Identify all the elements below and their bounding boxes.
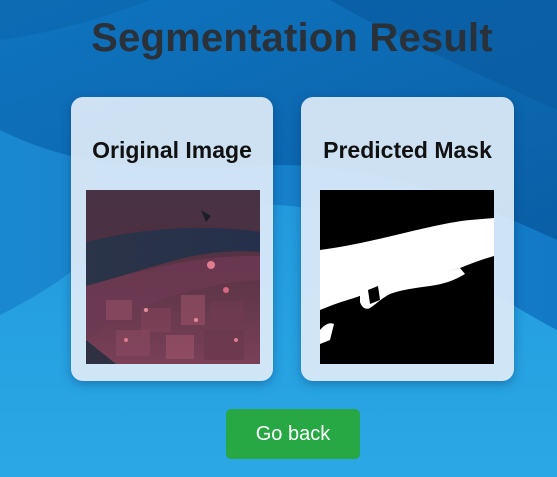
original-image-card: Original Image (71, 97, 273, 381)
original-image (86, 190, 260, 364)
predicted-mask-card: Predicted Mask (301, 97, 514, 381)
original-image-heading: Original Image (92, 137, 252, 163)
segmentation-result-page: Segmentation Result Original Image Predi… (0, 0, 557, 477)
page-title: Segmentation Result (91, 16, 493, 60)
predicted-mask-image (320, 190, 494, 364)
predicted-mask-heading: Predicted Mask (323, 137, 492, 163)
go-back-button[interactable]: Go back (226, 409, 360, 459)
